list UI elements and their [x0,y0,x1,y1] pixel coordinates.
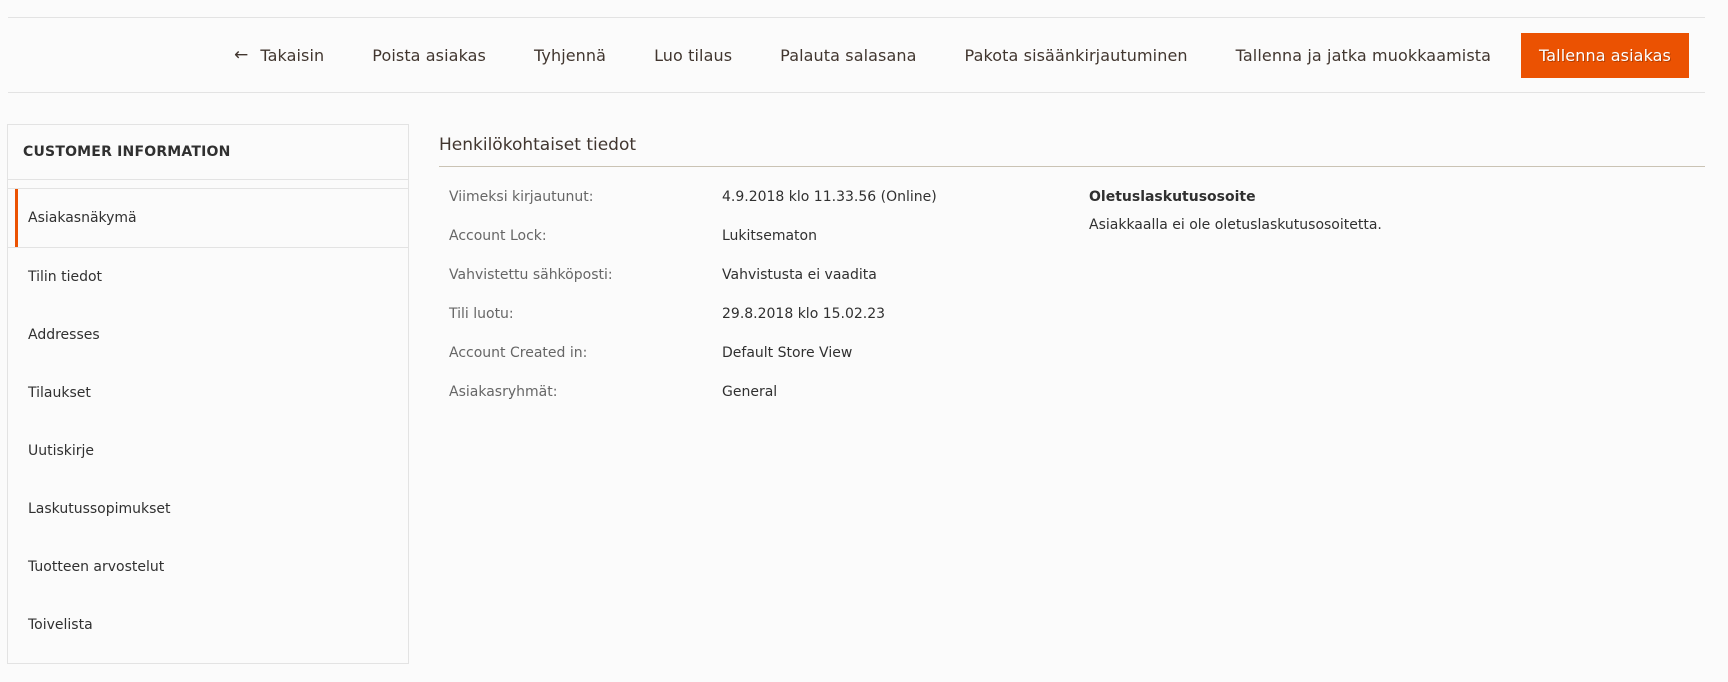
sidebar-item-customer-view[interactable]: Asiakasnäkymä [8,189,408,248]
force-sign-in-button[interactable]: Pakota sisäänkirjautuminen [941,46,1212,65]
sidebar-item-label: Laskutussopimukset [28,501,171,517]
info-label: Account Created in: [449,345,588,361]
page-actions-toolbar: ← Takaisin Poista asiakas Tyhjennä Luo t… [8,18,1705,93]
sidebar-item-label: Tilin tiedot [28,269,103,285]
sidebar-item-label: Toivelista [28,617,93,633]
sidebar-item-billing-agreements[interactable]: Laskutussopimukset [8,480,408,538]
back-button[interactable]: ← Takaisin [210,45,348,65]
back-label: Takaisin [260,45,325,65]
info-row-last-logged-in: Viimeksi kirjautunut: 4.9.2018 klo 11.33… [449,189,1089,228]
personal-info-table: Viimeksi kirjautunut: 4.9.2018 klo 11.33… [439,189,1089,423]
billing-text: Asiakkaalla ei ole oletuslaskutusosoitet… [1089,217,1382,233]
info-label: Asiakasryhmät: [449,384,558,400]
personal-info-title: Henkilökohtaiset tiedot [439,124,1705,167]
info-value: 4.9.2018 klo 11.33.56 (Online) [722,189,937,205]
sidebar-item-label: Tuotteen arvostelut [28,559,165,575]
sidebar-item-label: Uutiskirje [28,443,95,459]
sidebar-item-product-reviews[interactable]: Tuotteen arvostelut [8,538,408,596]
sidebar-item-label: Tilaukset [28,385,91,401]
info-label: Vahvistettu sähköposti: [449,267,613,283]
create-order-button[interactable]: Luo tilaus [630,46,756,65]
sidebar-item-orders[interactable]: Tilaukset [8,364,408,422]
sidebar-title: CUSTOMER INFORMATION [8,125,408,180]
info-label: Account Lock: [449,228,547,244]
sidebar-item-addresses[interactable]: Addresses [8,306,408,364]
customer-info-sidebar: CUSTOMER INFORMATION Asiakasnäkymä Tilin… [7,124,409,664]
delete-customer-button[interactable]: Poista asiakas [348,46,510,65]
info-row-account-created-in: Account Created in: Default Store View [449,345,1089,384]
save-and-continue-button[interactable]: Tallenna ja jatka muokkaamista [1212,46,1515,65]
sidebar-item-label: Addresses [28,327,100,343]
info-label: Tili luotu: [449,306,514,322]
info-value: Lukitsematon [722,228,817,244]
sidebar-item-wishlist[interactable]: Toivelista [8,596,408,654]
info-value: General [722,384,778,400]
info-row-account-lock: Account Lock: Lukitsematon [449,228,1089,267]
info-row-confirmed-email: Vahvistettu sähköposti: Vahvistusta ei v… [449,267,1089,306]
info-value: Default Store View [722,345,853,361]
sidebar-item-newsletter[interactable]: Uutiskirje [8,422,408,480]
sidebar-item-label: Asiakasnäkymä [28,210,137,226]
customer-view-content: Henkilökohtaiset tiedot Viimeksi kirjaut… [439,124,1705,423]
default-billing-address: Oletuslaskutusosoite Asiakkaalla ei ole … [1089,189,1382,423]
info-label: Viimeksi kirjautunut: [449,189,594,205]
billing-title: Oletuslaskutusosoite [1089,189,1256,205]
sidebar-divider [8,180,408,189]
info-value: Vahvistusta ei vaadita [722,267,877,283]
save-customer-button[interactable]: Tallenna asiakas [1521,32,1689,78]
arrow-left-icon: ← [234,45,249,65]
personal-info-body: Viimeksi kirjautunut: 4.9.2018 klo 11.33… [439,189,1705,423]
reset-button[interactable]: Tyhjennä [510,46,630,65]
reset-password-button[interactable]: Palauta salasana [756,46,940,65]
sidebar-item-account-info[interactable]: Tilin tiedot [8,248,408,306]
info-value: 29.8.2018 klo 15.02.23 [722,306,886,322]
info-row-account-created: Tili luotu: 29.8.2018 klo 15.02.23 [449,306,1089,345]
info-row-customer-group: Asiakasryhmät: General [449,384,1089,423]
